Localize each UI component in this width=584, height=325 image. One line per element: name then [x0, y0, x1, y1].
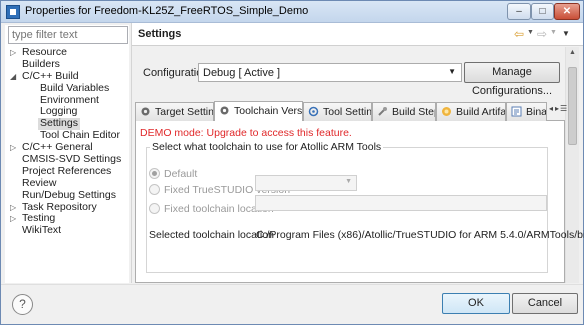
- scroll-up-icon[interactable]: ▲: [569, 49, 576, 56]
- expand-arrow-icon[interactable]: ▷: [10, 213, 16, 225]
- page-title: Settings: [138, 28, 182, 40]
- title-bar[interactable]: Properties for Freedom-KL25Z_FreeRTOS_Si…: [1, 1, 583, 23]
- tab-build-artifact[interactable]: Build Artifact: [436, 102, 506, 121]
- view-menu-icon[interactable]: ▼: [562, 29, 570, 38]
- properties-window: Properties for Freedom-KL25Z_FreeRTOS_Si…: [0, 0, 584, 325]
- filter-input[interactable]: [8, 26, 128, 44]
- chevron-down-icon: ▼: [448, 67, 456, 76]
- toolchain-location-input[interactable]: [255, 195, 547, 211]
- gear-icon: [220, 106, 229, 115]
- truestudio-version-select[interactable]: ▼: [255, 175, 357, 191]
- toolchain-version-panel: DEMO mode: Upgrade to access this featur…: [135, 121, 584, 283]
- expand-arrow-icon[interactable]: ▷: [10, 47, 16, 59]
- tree-item-build-variables[interactable]: Build Variables: [5, 82, 129, 95]
- tab-toolchain-version[interactable]: Toolchain Version: [214, 101, 303, 121]
- manage-configurations-button[interactable]: Manage Configurations...: [464, 62, 560, 97]
- radio-button[interactable]: [149, 184, 160, 195]
- tab-tool-settings[interactable]: Tool Settings: [303, 102, 372, 121]
- expand-arrow-icon[interactable]: ▷: [10, 142, 16, 154]
- minimize-button[interactable]: ‒: [507, 3, 531, 20]
- property-tree: ▷ Resource Builders ◢ C/C++ Build Build Va…: [5, 46, 129, 237]
- tab-scroll-left-icon[interactable]: ◂: [549, 104, 553, 113]
- group-title: Select what toolchain to use for Atollic…: [150, 141, 384, 153]
- ok-button[interactable]: OK: [442, 293, 510, 314]
- cancel-button[interactable]: Cancel: [512, 293, 578, 314]
- binary-icon: [511, 106, 522, 117]
- tab-target-settings[interactable]: Target Settings: [135, 102, 214, 121]
- tab-binary[interactable]: Binary: [506, 102, 547, 121]
- forward-dropdown-icon[interactable]: ▼: [550, 29, 557, 36]
- window-title: Properties for Freedom-KL25Z_FreeRTOS_Si…: [25, 5, 309, 17]
- collapse-arrow-icon[interactable]: ◢: [10, 71, 16, 83]
- back-dropdown-icon[interactable]: ▼: [527, 29, 534, 36]
- radio-button[interactable]: [149, 203, 160, 214]
- expand-arrow-icon[interactable]: ▷: [10, 202, 16, 214]
- artifact-icon: [442, 107, 451, 116]
- selected-location-value: C:/Program Files (x86)/Atollic/TrueSTUDI…: [256, 229, 584, 241]
- back-arrow-icon[interactable]: ⇦: [514, 27, 524, 41]
- app-icon: [6, 5, 20, 19]
- help-button[interactable]: ?: [12, 294, 33, 315]
- tool-settings-icon: [308, 106, 319, 117]
- tree-item-review[interactable]: Review: [5, 177, 129, 190]
- forward-arrow-icon[interactable]: ⇨: [537, 27, 547, 41]
- tree-item-project-references[interactable]: Project References: [5, 165, 129, 178]
- configuration-value: Debug [ Active ]: [203, 67, 281, 79]
- gear-icon: [141, 107, 150, 116]
- button-bar: ? OK Cancel: [1, 284, 583, 324]
- tab-scroll-right-icon[interactable]: ▸: [555, 104, 559, 113]
- tab-list-menu-icon[interactable]: ☰: [560, 104, 567, 113]
- tab-strip: Target Settings Toolchain Version Tool S…: [135, 101, 567, 121]
- toolchain-group: Select what toolchain to use for Atollic…: [146, 141, 584, 273]
- demo-notice: DEMO mode: Upgrade to access this featur…: [140, 127, 352, 139]
- tree-item-wikitext[interactable]: WikiText: [5, 224, 129, 237]
- tree-item-builders[interactable]: Builders: [5, 58, 129, 71]
- tab-build-steps[interactable]: Build Steps: [372, 102, 436, 121]
- vertical-scrollbar[interactable]: ▲: [565, 47, 579, 283]
- scrollbar-thumb[interactable]: [568, 67, 577, 145]
- maximize-button[interactable]: □: [531, 3, 554, 20]
- left-pane: ▷Resource Builders ◢C/C++ Build Build Va…: [5, 25, 129, 283]
- close-button[interactable]: ✕: [554, 3, 580, 20]
- radio-button[interactable]: [149, 168, 160, 179]
- tree-item-run-debug-settings[interactable]: Run/Debug Settings: [5, 189, 129, 202]
- tree-item-cpp-build[interactable]: ◢ C/C++ Build: [5, 70, 129, 83]
- configuration-select[interactable]: Debug [ Active ] ▼: [198, 63, 462, 82]
- wrench-icon: [378, 107, 387, 116]
- settings-pane: Settings ⇦ ▼ ⇨ ▼ ▼ Configuration: Debug …: [132, 23, 584, 283]
- settings-header: Settings ⇦ ▼ ⇨ ▼ ▼: [132, 23, 583, 46]
- chevron-down-icon: ▼: [345, 178, 352, 185]
